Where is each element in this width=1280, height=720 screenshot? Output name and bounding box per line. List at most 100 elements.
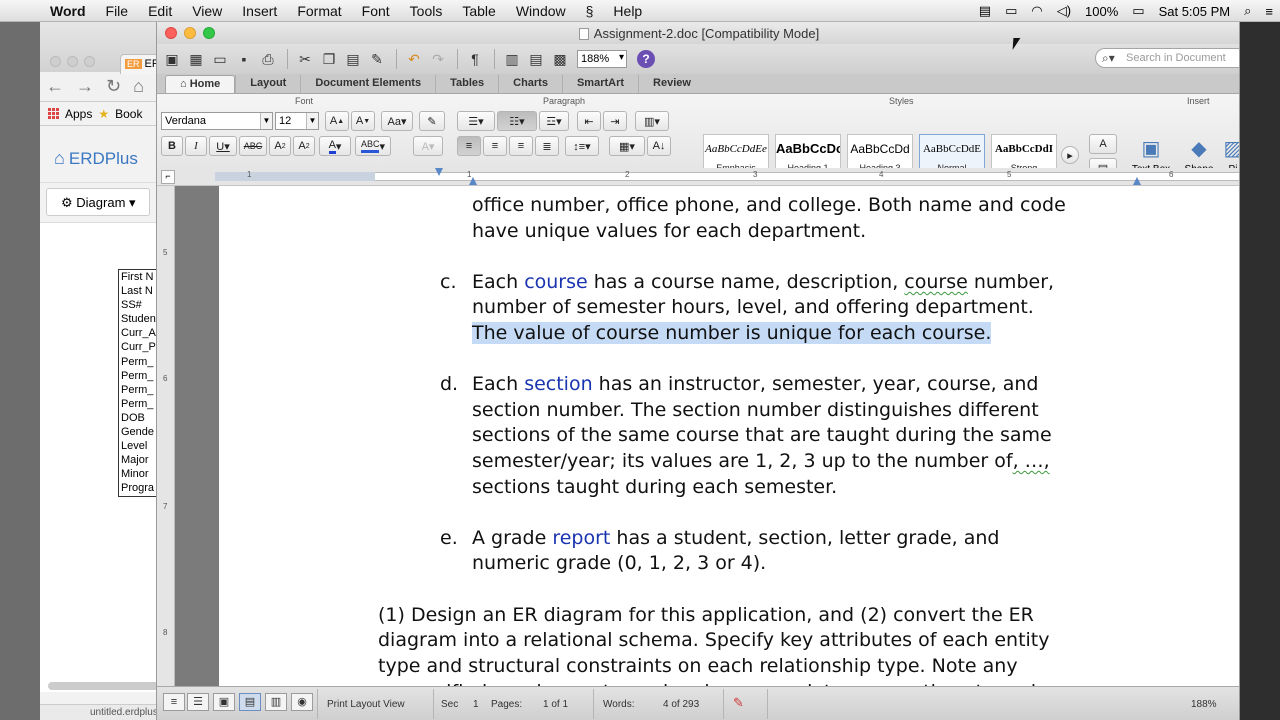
back-arrow-icon[interactable]: ← — [46, 76, 64, 97]
menu-tools[interactable]: Tools — [400, 3, 453, 19]
airplay-icon[interactable]: ▭ — [998, 3, 1024, 19]
tab-selector-icon[interactable]: ⌐ — [161, 170, 175, 184]
focus-view-icon[interactable]: ◉ — [291, 693, 313, 711]
attribute-item[interactable]: Last N — [119, 284, 157, 298]
new-document-icon[interactable]: ▣ — [161, 48, 183, 70]
document-page[interactable]: office number, office phone, and college… — [219, 186, 1239, 686]
notification-center-icon[interactable]: ≡ — [1258, 4, 1280, 19]
bold-button[interactable]: B — [161, 136, 183, 156]
tab-document-elements[interactable]: Document Elements — [300, 75, 435, 93]
attribute-item[interactable]: Perm_ — [119, 397, 157, 411]
view-icon[interactable]: ▥ — [501, 48, 523, 70]
document-line[interactable]: sections taught during each semester. — [472, 474, 837, 500]
home-icon[interactable]: ⌂ — [133, 76, 144, 97]
undo-icon[interactable]: ↶ — [403, 48, 425, 70]
attribute-item[interactable]: Major — [119, 453, 157, 467]
strikethrough-button[interactable]: ABC — [239, 136, 267, 156]
clock[interactable]: Sat 5:05 PM — [1152, 4, 1238, 19]
menu-file[interactable]: File — [96, 3, 139, 19]
sort-button[interactable]: A↓ — [647, 136, 671, 156]
document-line[interactable]: section number. The section number disti… — [472, 397, 1039, 423]
format-painter-icon[interactable]: ✎ — [366, 48, 388, 70]
align-right-button[interactable]: ≡ — [509, 136, 533, 156]
styles-pane-icon[interactable]: A — [1089, 134, 1117, 154]
cut-icon[interactable]: ✂ — [294, 48, 316, 70]
document-line[interactable]: numeric grade (0, 1, 2, 3 or 4). — [472, 550, 766, 576]
menu-format[interactable]: Format — [287, 3, 351, 19]
film-icon[interactable]: ▤ — [972, 3, 998, 19]
paste-icon[interactable]: ▤ — [342, 48, 364, 70]
battery-icon[interactable]: ▭ — [1125, 3, 1151, 19]
line-spacing-button[interactable]: ↕≡▾ — [565, 136, 599, 156]
copy-icon[interactable]: ❐ — [318, 48, 340, 70]
numbering-button[interactable]: ☷▾ — [497, 111, 537, 131]
spelling-check-icon[interactable]: ✎ — [733, 695, 744, 711]
document-line[interactable]: A grade report has a student, section, l… — [472, 525, 999, 551]
minimize-window-icon[interactable] — [184, 27, 196, 39]
print-layout-view-icon[interactable]: ▤ — [239, 693, 261, 711]
styles-next-arrow-icon[interactable]: ▸ — [1061, 146, 1079, 164]
tab-home[interactable]: ⌂ Home — [165, 75, 236, 93]
entity-attribute-list[interactable]: First N Last N SS# Studen Curr_A Curr_P Perm_ P… — [118, 269, 158, 497]
highlight-button[interactable]: ABC ▾ — [355, 136, 391, 156]
document-line[interactable]: unspecified requirements, and make appro… — [378, 679, 1053, 686]
script-icon[interactable]: § — [576, 3, 604, 19]
document-line[interactable]: type and structural constraints on each … — [378, 653, 1018, 679]
open-icon[interactable]: ▭ — [209, 48, 231, 70]
tab-smartart[interactable]: SmartArt — [561, 75, 638, 93]
volume-icon[interactable]: ◁) — [1050, 3, 1078, 19]
attribute-item[interactable]: Studen — [119, 312, 157, 326]
draft-view-icon[interactable]: ≡ — [163, 693, 185, 711]
browser-zoom-icon[interactable] — [84, 56, 95, 67]
tab-tables[interactable]: Tables — [435, 75, 498, 93]
document-line[interactable]: Each course has a course name, descripti… — [472, 269, 1054, 295]
document-line[interactable]: (1) Design an ER diagram for this applic… — [378, 602, 1034, 628]
attribute-item[interactable]: Curr_A — [119, 326, 157, 340]
borders-button[interactable]: ▦▾ — [609, 136, 645, 156]
tab-charts[interactable]: Charts — [498, 75, 562, 93]
media-browser-icon[interactable]: ▩ — [549, 48, 571, 70]
browser-minimize-icon[interactable] — [67, 56, 78, 67]
font-size-field[interactable]: 12 ▼ — [275, 112, 319, 130]
attribute-item[interactable]: DOB — [119, 411, 157, 425]
document-line[interactable]: The value of course number is unique for… — [472, 320, 992, 346]
menu-app-word[interactable]: Word — [40, 3, 96, 19]
attribute-item[interactable]: Perm_ — [119, 355, 157, 369]
save-icon[interactable]: ▪ — [233, 48, 255, 70]
bookmark-apps[interactable]: Apps — [65, 107, 92, 121]
bookmark-book[interactable]: Book — [115, 107, 142, 121]
menu-window[interactable]: Window — [506, 3, 576, 19]
outline-view-icon[interactable]: ☰ — [187, 693, 209, 711]
attribute-item[interactable]: Minor — [119, 467, 157, 481]
document-line[interactable]: sections of the same course that are tau… — [472, 422, 1052, 448]
shrink-font-button[interactable]: A ▼ — [351, 111, 375, 131]
search-input[interactable]: ⌕▾ Search in Document — [1095, 48, 1239, 68]
underline-button[interactable]: U▾ — [209, 136, 237, 156]
attribute-item[interactable]: SS# — [119, 298, 157, 312]
document-line[interactable]: Each section has an instructor, semester… — [472, 371, 1038, 397]
zoom-select[interactable]: 188% — [577, 50, 627, 68]
document-line[interactable]: semester/year; its values are 1, 2, 3 up… — [472, 448, 1050, 474]
document-line[interactable]: number of semester hours, level, and off… — [472, 294, 1034, 320]
text-effects-button[interactable]: A▾ — [413, 136, 443, 156]
align-left-button[interactable]: ≡ — [457, 136, 481, 156]
zoom-window-icon[interactable] — [203, 27, 215, 39]
diagram-menu-button[interactable]: ⚙ Diagram ▾ — [46, 188, 150, 216]
forward-arrow-icon[interactable]: → — [76, 76, 94, 97]
pilcrow-icon[interactable]: ¶ — [464, 48, 486, 70]
attribute-item[interactable]: First N — [119, 270, 157, 284]
tab-review[interactable]: Review — [638, 75, 705, 93]
multilevel-list-button[interactable]: ☲▾ — [539, 111, 569, 131]
columns-button[interactable]: ▥▾ — [635, 111, 669, 131]
gallery-icon[interactable]: ▦ — [185, 48, 207, 70]
reload-icon[interactable]: ↻ — [106, 76, 121, 97]
menu-edit[interactable]: Edit — [138, 3, 182, 19]
print-icon[interactable]: ⎙ — [257, 48, 279, 70]
horizontal-ruler[interactable]: ⌐ 1 1 2 3 4 5 6 — [157, 168, 1239, 186]
menu-font[interactable]: Font — [352, 3, 400, 19]
menu-insert[interactable]: Insert — [232, 3, 287, 19]
close-window-icon[interactable] — [165, 27, 177, 39]
bullets-button[interactable]: ☰▾ — [457, 111, 495, 131]
attribute-item[interactable]: Perm_ — [119, 383, 157, 397]
notebook-view-icon[interactable]: ▥ — [265, 693, 287, 711]
